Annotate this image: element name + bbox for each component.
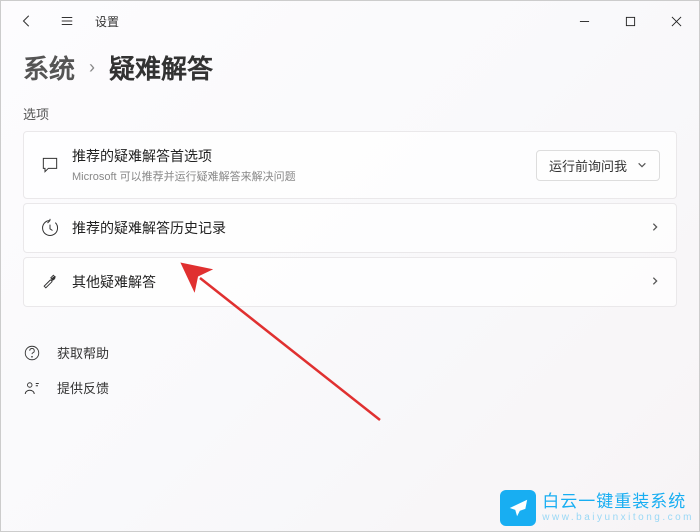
card-title: 推荐的疑难解答首选项 xyxy=(72,146,536,166)
chevron-right-icon xyxy=(650,219,660,237)
card-recommended-preferences[interactable]: 推荐的疑难解答首选项 Microsoft 可以推荐并运行疑难解答来解决问题 运行… xyxy=(23,131,677,199)
back-button[interactable] xyxy=(9,3,45,39)
chat-icon xyxy=(40,155,72,175)
card-title: 其他疑难解答 xyxy=(72,272,650,292)
watermark: 白云一键重装系统 www.baiyunxitong.com xyxy=(500,490,694,526)
footer-link-label: 获取帮助 xyxy=(57,343,109,362)
breadcrumb-parent[interactable]: 系统 xyxy=(23,49,75,86)
card-title: 推荐的疑难解答历史记录 xyxy=(72,218,650,238)
maximize-button[interactable] xyxy=(607,1,653,41)
chevron-right-icon xyxy=(650,273,660,291)
window-title: 设置 xyxy=(95,13,119,30)
watermark-logo xyxy=(500,490,536,526)
card-history[interactable]: 推荐的疑难解答历史记录 xyxy=(23,203,677,253)
page-title: 疑难解答 xyxy=(109,49,213,86)
dropdown-value: 运行前询问我 xyxy=(549,156,627,175)
section-label: 选项 xyxy=(23,104,677,123)
titlebar: 设置 xyxy=(1,1,699,41)
breadcrumb: 系统 › 疑难解答 xyxy=(23,49,677,86)
watermark-title: 白云一键重装系统 xyxy=(542,493,694,512)
close-button[interactable] xyxy=(653,1,699,41)
minimize-button[interactable] xyxy=(561,1,607,41)
footer-link-label: 提供反馈 xyxy=(57,378,109,397)
help-icon xyxy=(23,344,41,362)
history-icon xyxy=(40,218,72,238)
feedback-icon xyxy=(23,379,41,397)
feedback-link[interactable]: 提供反馈 xyxy=(23,370,677,405)
watermark-url: www.baiyunxitong.com xyxy=(542,512,694,523)
preference-dropdown[interactable]: 运行前询问我 xyxy=(536,150,660,181)
card-other-troubleshooters[interactable]: 其他疑难解答 xyxy=(23,257,677,307)
chevron-down-icon xyxy=(637,160,647,170)
get-help-link[interactable]: 获取帮助 xyxy=(23,335,677,370)
breadcrumb-separator: › xyxy=(89,57,95,78)
wrench-icon xyxy=(40,272,72,292)
card-subtitle: Microsoft 可以推荐并运行疑难解答来解决问题 xyxy=(72,168,536,184)
menu-button[interactable] xyxy=(49,3,85,39)
